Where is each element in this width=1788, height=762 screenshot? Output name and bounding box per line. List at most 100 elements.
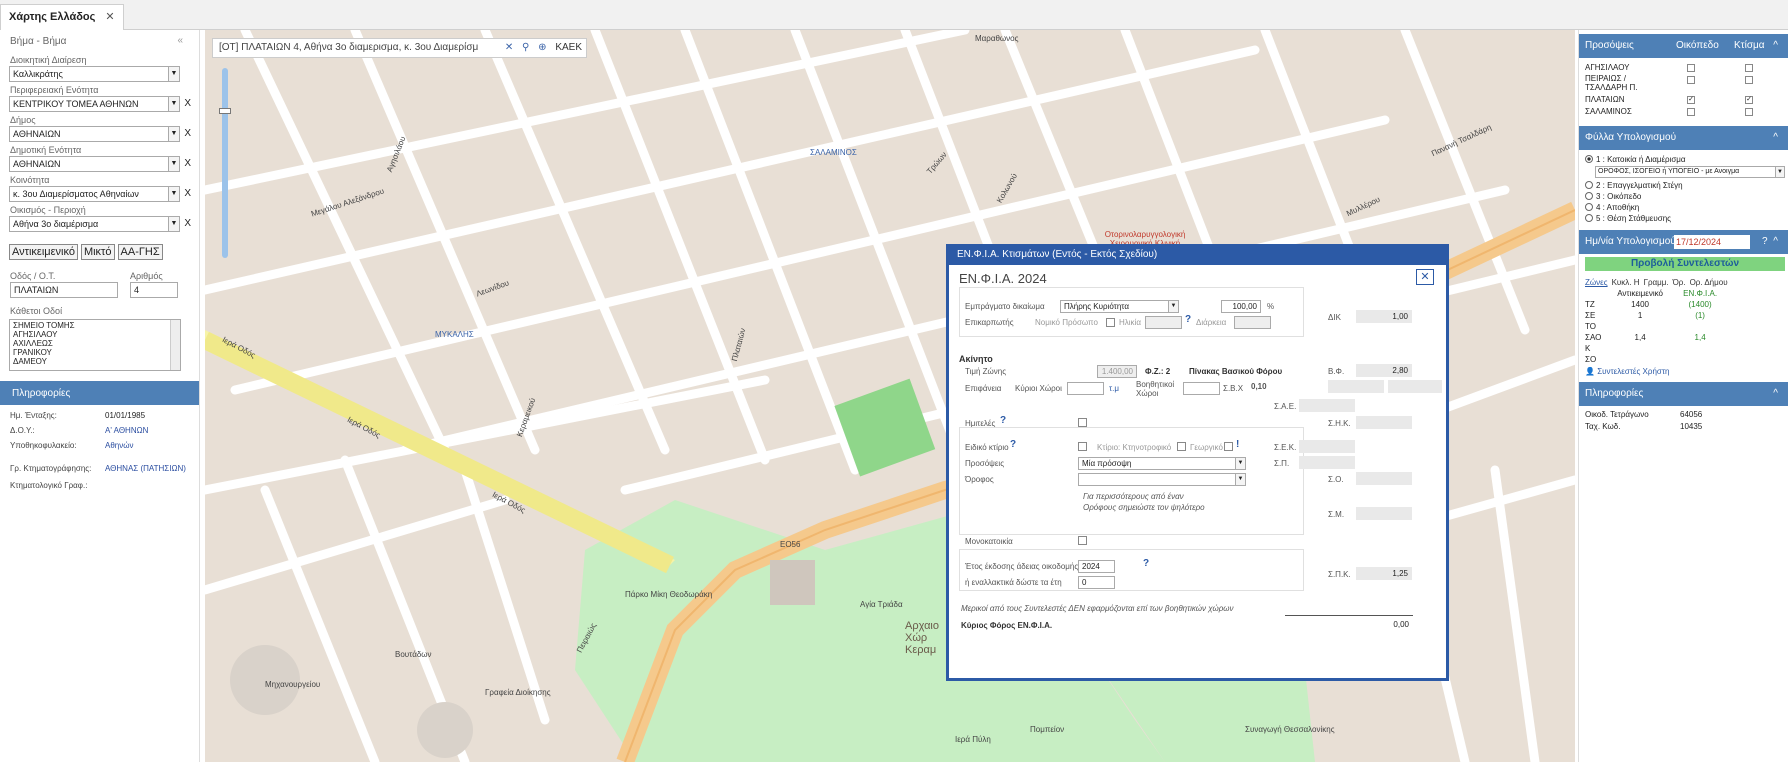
field-select[interactable]: ΑΘΗΝΑΙΩΝ ▼ (9, 156, 180, 172)
facades-select-value: Μία πρόσοψη (1082, 459, 1132, 468)
info-header[interactable]: Πληροφορίες ^ (1579, 382, 1788, 406)
facades-select[interactable]: Μία πρόσοψη ▼ (1078, 457, 1246, 470)
info-value[interactable]: Α' ΑΘΗΝΩΝ (105, 426, 148, 435)
single-house-checkbox[interactable] (1078, 536, 1087, 545)
info-value[interactable]: ΑΘΗΝΑΣ (ΠΑΤΗΣΙΩΝ) (105, 464, 186, 473)
help-icon[interactable]: ? (1143, 558, 1149, 569)
sheet-option[interactable]: 5 : Θέση Στάθμευσης (1579, 213, 1788, 224)
radio-button[interactable] (1585, 181, 1593, 189)
collapse-icon[interactable]: « (177, 35, 183, 46)
alt-years-input[interactable]: 0 (1078, 576, 1115, 589)
clear-search-icon[interactable]: ✕ (505, 42, 513, 53)
building-checkbox[interactable] (1745, 64, 1753, 72)
map-search-input[interactable]: [ΟΤ] ΠΛΑΤΑΙΩΝ 4, Αθήνα 3ο διαμερισμα, κ.… (219, 42, 478, 53)
plot-checkbox[interactable] (1687, 108, 1695, 116)
collapse-icon[interactable]: ^ (1773, 230, 1778, 254)
show-coefficients-button[interactable]: Προβολή Συντελεστών (1585, 257, 1785, 271)
clear-field-button[interactable]: X (184, 218, 191, 229)
collapse-icon[interactable]: ^ (1773, 382, 1778, 406)
collapse-icon[interactable]: ^ (1773, 34, 1778, 58)
special-building-checkbox[interactable] (1078, 442, 1087, 451)
plot-checkbox[interactable] (1687, 64, 1695, 72)
help-icon[interactable]: ? (1762, 230, 1768, 254)
duration-input[interactable] (1234, 316, 1271, 329)
user-coefficients-link[interactable]: 👤 Συντελεστές Χρήστη (1579, 367, 1788, 376)
list-item[interactable]: ΣΗΜΕΙΟ ΤΟΜΗΣ (13, 321, 177, 330)
list-item[interactable]: ΓΡΑΝΙΚΟΥ (13, 348, 177, 357)
building-checkbox[interactable]: ✓ (1745, 96, 1753, 104)
help-icon[interactable]: ? (1185, 314, 1191, 325)
aux-area-input[interactable] (1183, 382, 1220, 395)
sheets-header[interactable]: Φύλλα Υπολογισμού ^ (1579, 126, 1788, 150)
facades-header[interactable]: Προσόψεις Οικόπεδο Κτίσμα ^ (1579, 34, 1788, 58)
sheet-option[interactable]: 2 : Επαγγελματική Στέγη (1579, 180, 1788, 191)
zoom-slider[interactable] (222, 68, 228, 258)
livestock-checkbox[interactable] (1177, 442, 1186, 451)
radio-button[interactable] (1585, 203, 1593, 211)
permit-year-input[interactable]: 2024 (1078, 560, 1115, 573)
column-header[interactable]: Ζώνες (1583, 277, 1610, 288)
radio-button[interactable] (1585, 192, 1593, 200)
zoom-icon[interactable]: ⊕ (538, 42, 546, 53)
zoom-slider-handle[interactable] (219, 108, 231, 114)
clear-field-button[interactable]: X (184, 128, 191, 139)
legal-entity-checkbox[interactable] (1106, 318, 1115, 327)
mixed-button[interactable]: Μικτό (80, 244, 115, 260)
radio-button[interactable] (1585, 214, 1593, 222)
info-icon[interactable]: ! (1236, 439, 1239, 450)
rights-select[interactable]: Πλήρης Κυριότητα ▼ (1060, 300, 1179, 313)
coef-objective (1610, 343, 1671, 354)
info-value: 01/01/1985 (105, 411, 146, 420)
info-header[interactable]: Πληροφορίες (0, 381, 199, 405)
zone-price-input[interactable]: 1.400,00 (1097, 365, 1137, 378)
help-icon[interactable]: ? (1000, 415, 1006, 426)
clear-field-button[interactable]: X (184, 188, 191, 199)
date-label: Ημ/νία Υπολογισμού (1585, 236, 1676, 247)
help-icon[interactable]: ? (1010, 439, 1016, 450)
objective-button[interactable]: Αντικειμενικό (9, 244, 78, 260)
field-select[interactable]: Αθήνα 3ο διαμέρισμα ▼ (9, 216, 180, 232)
clear-field-button[interactable]: X (184, 158, 191, 169)
kaek-button[interactable]: ΚΑΕΚ (555, 42, 582, 53)
close-dialog-button[interactable]: ✕ (1416, 269, 1434, 285)
tab-map-greece[interactable]: Χάρτης Ελλάδος ✕ (0, 4, 124, 30)
percent-input[interactable]: 100,00 (1221, 300, 1261, 313)
search-icon[interactable]: ⚲ (522, 42, 529, 53)
street-input[interactable]: ΠΛΑΤΑΙΩΝ (10, 282, 118, 298)
collapse-icon[interactable]: ^ (1773, 126, 1778, 150)
plot-checkbox[interactable]: ✓ (1687, 96, 1695, 104)
aa-gis-button[interactable]: ΑΑ-ΓΗΣ (117, 244, 163, 260)
floor-select[interactable]: ▼ (1078, 473, 1246, 486)
sheet-option[interactable]: 4 : Αποθήκη (1579, 202, 1788, 213)
scrollbar[interactable] (170, 320, 180, 370)
sheet-option[interactable]: 3 : Οικόπεδο (1579, 191, 1788, 202)
sheet-option[interactable]: 1 : Κατοικία ή Διαμέρισμα (1579, 154, 1788, 165)
building-checkbox[interactable] (1745, 108, 1753, 116)
close-icon[interactable]: ✕ (105, 11, 114, 23)
field-select[interactable]: ΚΕΝΤΡΙΚΟΥ ΤΟΜΕΑ ΑΘΗΝΩΝ ▼ (9, 96, 180, 112)
main-area-input[interactable] (1067, 382, 1104, 395)
date-select[interactable]: 17/12/2024 (1674, 235, 1750, 249)
agricultural-checkbox[interactable] (1224, 442, 1233, 451)
clear-field-button[interactable]: X (184, 98, 191, 109)
cross-streets-list[interactable]: ΣΗΜΕΙΟ ΤΟΜΗΣ ΑΓΗΣΙΛΑΟΥ ΑΧΙΛΛΕΩΣ ΓΡΑΝΙΚΟΥ… (9, 319, 181, 371)
age-input[interactable] (1145, 316, 1182, 329)
blank-value-1 (1328, 380, 1384, 393)
number-input[interactable]: 4 (130, 282, 178, 298)
spk-value: 1,25 (1356, 567, 1412, 580)
floor-type-select[interactable]: ΟΡΟΦΟΣ, ΙΣΟΓΕΙΟ ή ΥΠΟΓΕΙΟ - με Ανοιγμα ▼ (1595, 166, 1785, 178)
list-item[interactable]: ΔΑΜΕΟΥ (13, 357, 177, 366)
half-built-checkbox[interactable] (1078, 418, 1087, 427)
info-value[interactable]: Αθηνών (105, 441, 133, 450)
area-label: Επιφάνεια (965, 384, 1002, 393)
plot-checkbox[interactable] (1687, 76, 1695, 84)
field-select[interactable]: Καλλικράτης ▼ (9, 66, 180, 82)
list-item[interactable]: ΑΓΗΣΙΛΑΟΥ (13, 330, 177, 339)
field-select[interactable]: κ. 3ου Διαμερίσματος Αθηναίων ▼ (9, 186, 180, 202)
map-search-bar[interactable]: [ΟΤ] ΠΛΑΤΑΙΩΝ 4, Αθήνα 3ο διαμερισμα, κ.… (212, 38, 587, 58)
radio-button[interactable] (1585, 155, 1593, 163)
field-select[interactable]: ΑΘΗΝΑΙΩΝ ▼ (9, 126, 180, 142)
list-item[interactable]: ΑΧΙΛΛΕΩΣ (13, 339, 177, 348)
building-checkbox[interactable] (1745, 76, 1753, 84)
fz-label: Φ.Ζ.: 2 (1145, 367, 1171, 376)
